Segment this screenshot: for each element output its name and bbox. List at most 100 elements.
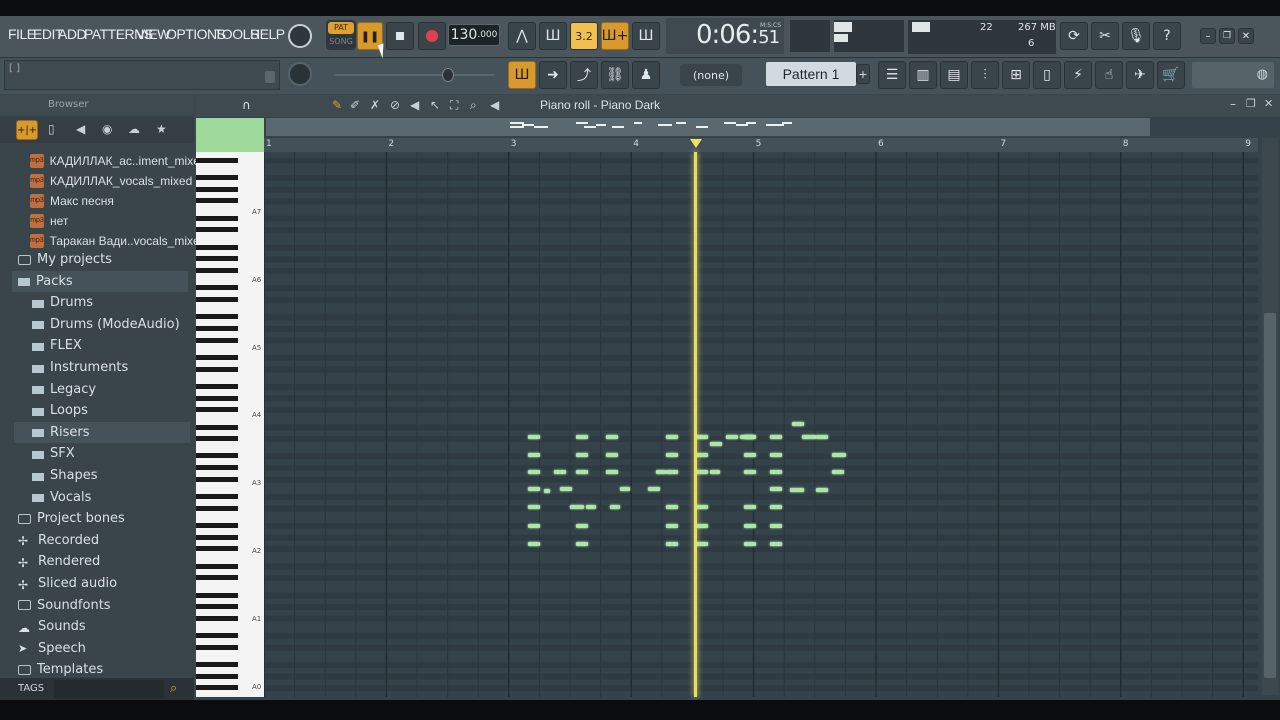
black-key[interactable] xyxy=(196,395,238,401)
browser-file-item[interactable]: mp3 КАДИЛЛАК_vocals_mixed xyxy=(30,170,206,191)
black-key[interactable] xyxy=(196,465,238,471)
midi-note[interactable] xyxy=(560,487,572,491)
mute-icon[interactable]: ⊘ xyxy=(390,98,400,112)
midi-note[interactable] xyxy=(648,487,660,491)
midi-note[interactable] xyxy=(666,453,678,457)
midi-note[interactable] xyxy=(726,435,738,439)
browser-item[interactable]: My projects xyxy=(12,249,188,270)
master-volume-knob[interactable] xyxy=(288,24,312,48)
pattern-overview[interactable] xyxy=(266,118,1150,136)
menu-file[interactable]: FILE xyxy=(8,26,36,42)
plugin-tab-icon[interactable]: ◉ xyxy=(102,122,112,136)
search-icon[interactable]: ⌕ xyxy=(170,681,177,696)
black-key[interactable] xyxy=(196,256,238,262)
audio-input-button[interactable]: 🎙 xyxy=(1122,22,1150,50)
midi-note[interactable] xyxy=(570,505,584,509)
browser-item[interactable]: Shapes xyxy=(14,465,190,486)
midi-note[interactable] xyxy=(606,470,618,474)
browser-item[interactable]: Legacy xyxy=(14,379,190,400)
pencil-icon[interactable]: ✎ xyxy=(332,98,342,112)
browser-item[interactable]: ✢ Rendered xyxy=(12,551,188,572)
browser-item[interactable]: Drums (ModeAudio) xyxy=(14,314,190,335)
midi-note[interactable] xyxy=(816,435,828,439)
stamp-button[interactable]: ♟ xyxy=(632,61,660,89)
black-key[interactable] xyxy=(196,563,238,569)
midi-note[interactable] xyxy=(832,453,846,457)
midi-note[interactable] xyxy=(606,453,618,457)
render-button[interactable]: ✈ xyxy=(1126,61,1154,89)
piano-roll-button[interactable]: ▥ xyxy=(909,61,937,89)
midi-note[interactable] xyxy=(744,524,756,528)
black-key[interactable] xyxy=(196,673,238,679)
tags-search-input[interactable] xyxy=(54,680,164,698)
news-panel[interactable]: ◍ xyxy=(1192,62,1274,88)
countdown-button[interactable]: 3.2 xyxy=(570,22,598,50)
star-tab-icon[interactable]: ★ xyxy=(156,122,167,136)
black-key[interactable] xyxy=(196,592,238,598)
black-key[interactable] xyxy=(196,198,238,204)
midi-note[interactable] xyxy=(770,435,782,439)
midi-note[interactable] xyxy=(696,542,708,546)
menu-help[interactable]: HELP xyxy=(250,26,285,42)
online-button[interactable]: ⟳ xyxy=(1060,22,1088,50)
midi-note[interactable] xyxy=(528,505,540,509)
midi-note[interactable] xyxy=(586,505,596,509)
black-key[interactable] xyxy=(196,534,238,540)
browser-file-item[interactable]: mp3 Таракан Вади..vocals_mixed xyxy=(30,230,206,251)
midi-note[interactable] xyxy=(770,524,782,528)
slider-handle[interactable] xyxy=(442,68,454,82)
midi-note[interactable] xyxy=(554,470,566,474)
window-close-icon[interactable]: ✕ xyxy=(1264,97,1273,110)
black-key[interactable] xyxy=(196,337,238,343)
note-grid[interactable] xyxy=(264,152,1258,697)
window-maximize-icon[interactable]: ❐ xyxy=(1246,97,1256,110)
midi-note[interactable] xyxy=(696,505,708,509)
browser-item[interactable]: Vocals xyxy=(14,487,190,508)
black-key[interactable] xyxy=(196,644,238,650)
midi-note[interactable] xyxy=(544,489,550,493)
zoom-icon[interactable]: ⌕ xyxy=(470,98,477,113)
midi-note[interactable] xyxy=(576,435,588,439)
midi-note[interactable] xyxy=(696,453,708,457)
zoom-select-icon[interactable]: ⛶ xyxy=(450,98,458,113)
paint-icon[interactable]: ✐ xyxy=(350,98,360,112)
black-key[interactable] xyxy=(196,366,238,372)
master-pitch-knob[interactable] xyxy=(288,62,312,86)
stop-button[interactable] xyxy=(386,22,414,50)
midi-note[interactable] xyxy=(744,542,756,546)
midi-note[interactable] xyxy=(770,505,782,509)
midi-note[interactable] xyxy=(610,505,620,509)
speaker-icon[interactable]: ◀ xyxy=(490,98,499,112)
select-icon[interactable]: ↖ xyxy=(430,98,440,112)
midi-note[interactable] xyxy=(710,470,720,474)
vertical-scroll-thumb[interactable] xyxy=(1264,313,1276,678)
delete-icon[interactable]: ✗ xyxy=(370,98,380,112)
midi-note[interactable] xyxy=(696,435,708,439)
browser-item[interactable]: Instruments xyxy=(14,357,190,378)
plugin-button[interactable]: ⚡ xyxy=(1064,61,1092,89)
black-key[interactable] xyxy=(196,604,238,610)
black-key[interactable] xyxy=(196,494,238,500)
browser-item[interactable]: Project bones xyxy=(12,508,188,529)
black-key[interactable] xyxy=(196,424,238,430)
midi-note[interactable] xyxy=(576,470,588,474)
black-key[interactable] xyxy=(196,285,238,291)
midi-note[interactable] xyxy=(576,524,588,528)
black-key[interactable] xyxy=(196,325,238,331)
browser-toggle-button[interactable]: ⊞ xyxy=(1002,61,1030,89)
black-key[interactable] xyxy=(196,227,238,233)
shop-button[interactable]: 🛒 xyxy=(1157,61,1185,89)
black-key[interactable] xyxy=(196,186,238,192)
pattern-selector[interactable]: Pattern 1 xyxy=(766,62,856,86)
midi-note[interactable] xyxy=(528,435,540,439)
midi-note[interactable] xyxy=(770,470,782,474)
midi-note[interactable] xyxy=(606,435,618,439)
slide-button[interactable]: ⤴ xyxy=(570,61,598,89)
midi-note[interactable] xyxy=(832,470,844,474)
midi-note[interactable] xyxy=(666,505,678,509)
midi-note[interactable] xyxy=(620,487,630,491)
browser-item[interactable]: Packs xyxy=(12,270,188,292)
playlist-button[interactable]: ☰ xyxy=(878,61,906,89)
black-key[interactable] xyxy=(196,575,238,581)
black-key[interactable] xyxy=(196,314,238,320)
